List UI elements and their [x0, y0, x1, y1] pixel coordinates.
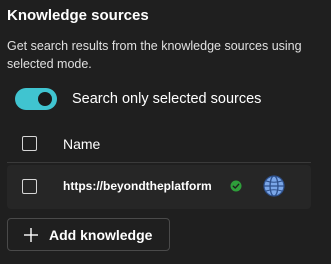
search-selected-only-toggle[interactable]: [15, 88, 57, 110]
table-row[interactable]: https://beyondtheplatform: [7, 165, 311, 209]
source-url[interactable]: https://beyondtheplatform: [63, 179, 221, 193]
check-circle-icon: [230, 180, 242, 192]
knowledge-sources-table: Name https://beyondtheplatform: [7, 126, 311, 209]
section-title: Knowledge sources: [7, 7, 149, 24]
add-knowledge-button[interactable]: Add knowledge: [7, 218, 170, 251]
plus-icon: [24, 227, 38, 242]
search-mode-toggle-row: Search only selected sources: [15, 86, 261, 112]
globe-icon: [263, 175, 285, 197]
toggle-label: Search only selected sources: [72, 91, 262, 107]
row-checkbox[interactable]: [22, 179, 37, 194]
section-description: Get search results from the knowledge so…: [7, 39, 302, 71]
name-column-header: Name: [63, 136, 101, 152]
select-all-checkbox[interactable]: [22, 136, 37, 151]
table-header-row: Name: [7, 126, 311, 163]
toggle-knob: [38, 92, 52, 106]
knowledge-sources-panel: Knowledge sources Get search results fro…: [0, 0, 331, 264]
add-knowledge-label: Add knowledge: [49, 226, 153, 243]
